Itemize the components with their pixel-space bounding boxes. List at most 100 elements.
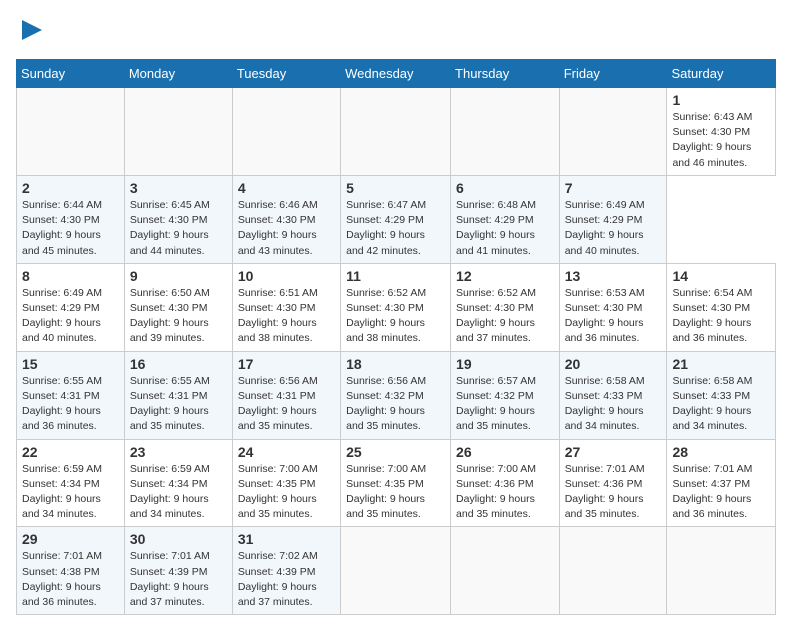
day-of-week-header: Thursday — [451, 60, 560, 88]
day-of-week-header: Monday — [124, 60, 232, 88]
day-number: 20 — [565, 356, 662, 372]
calendar-cell: 7 Sunrise: 6:49 AMSunset: 4:29 PMDaylight… — [559, 175, 667, 263]
logo — [16, 16, 46, 49]
calendar-week-row: 2 Sunrise: 6:44 AMSunset: 4:30 PMDaylight… — [17, 175, 776, 263]
day-number: 14 — [672, 268, 770, 284]
day-number: 9 — [130, 268, 227, 284]
calendar-cell: 4 Sunrise: 6:46 AMSunset: 4:30 PMDaylight… — [232, 175, 340, 263]
day-number: 19 — [456, 356, 554, 372]
day-info: Sunrise: 6:49 AMSunset: 4:29 PMDaylight:… — [565, 199, 645, 257]
day-info: Sunrise: 6:49 AMSunset: 4:29 PMDaylight:… — [22, 287, 102, 345]
day-info: Sunrise: 6:59 AMSunset: 4:34 PMDaylight:… — [22, 463, 102, 521]
day-number: 23 — [130, 444, 227, 460]
calendar-cell: 11 Sunrise: 6:52 AMSunset: 4:30 PMDayligh… — [341, 263, 451, 351]
day-info: Sunrise: 7:02 AMSunset: 4:39 PMDaylight:… — [238, 550, 318, 608]
day-of-week-header: Saturday — [667, 60, 776, 88]
day-info: Sunrise: 6:44 AMSunset: 4:30 PMDaylight:… — [22, 199, 102, 257]
day-number: 27 — [565, 444, 662, 460]
calendar-cell: 14 Sunrise: 6:54 AMSunset: 4:30 PMDayligh… — [667, 263, 776, 351]
calendar-cell: 22 Sunrise: 6:59 AMSunset: 4:34 PMDayligh… — [17, 439, 125, 527]
day-number: 17 — [238, 356, 335, 372]
calendar-cell: 29 Sunrise: 7:01 AMSunset: 4:38 PMDayligh… — [17, 527, 125, 615]
day-info: Sunrise: 6:51 AMSunset: 4:30 PMDaylight:… — [238, 287, 318, 345]
calendar-cell: 1Sunrise: 6:43 AMSunset: 4:30 PMDaylight… — [667, 88, 776, 176]
day-number: 6 — [456, 180, 554, 196]
day-info: Sunrise: 6:58 AMSunset: 4:33 PMDaylight:… — [565, 375, 645, 433]
day-info: Sunrise: 6:45 AMSunset: 4:30 PMDaylight:… — [130, 199, 210, 257]
calendar-cell — [17, 88, 125, 176]
day-number: 28 — [672, 444, 770, 460]
day-number: 11 — [346, 268, 445, 284]
day-info: Sunrise: 6:53 AMSunset: 4:30 PMDaylight:… — [565, 287, 645, 345]
calendar-week-row: 29 Sunrise: 7:01 AMSunset: 4:38 PMDayligh… — [17, 527, 776, 615]
day-number: 4 — [238, 180, 335, 196]
day-number: 3 — [130, 180, 227, 196]
day-info: Sunrise: 7:01 AMSunset: 4:37 PMDaylight:… — [672, 463, 752, 521]
day-info: Sunrise: 6:43 AMSunset: 4:30 PMDaylight:… — [672, 111, 752, 169]
day-info: Sunrise: 6:52 AMSunset: 4:30 PMDaylight:… — [456, 287, 536, 345]
day-info: Sunrise: 6:52 AMSunset: 4:30 PMDaylight:… — [346, 287, 426, 345]
calendar-cell: 5 Sunrise: 6:47 AMSunset: 4:29 PMDaylight… — [341, 175, 451, 263]
calendar-cell: 20 Sunrise: 6:58 AMSunset: 4:33 PMDayligh… — [559, 351, 667, 439]
calendar-week-row: 1Sunrise: 6:43 AMSunset: 4:30 PMDaylight… — [17, 88, 776, 176]
day-info: Sunrise: 7:01 AMSunset: 4:38 PMDaylight:… — [22, 550, 102, 608]
calendar-header-row: SundayMondayTuesdayWednesdayThursdayFrid… — [17, 60, 776, 88]
calendar-cell: 15 Sunrise: 6:55 AMSunset: 4:31 PMDayligh… — [17, 351, 125, 439]
day-number: 10 — [238, 268, 335, 284]
day-number: 24 — [238, 444, 335, 460]
calendar-cell: 27 Sunrise: 7:01 AMSunset: 4:36 PMDayligh… — [559, 439, 667, 527]
day-number: 22 — [22, 444, 119, 460]
day-info: Sunrise: 6:48 AMSunset: 4:29 PMDaylight:… — [456, 199, 536, 257]
day-number: 5 — [346, 180, 445, 196]
day-number: 15 — [22, 356, 119, 372]
day-number: 13 — [565, 268, 662, 284]
day-info: Sunrise: 6:55 AMSunset: 4:31 PMDaylight:… — [22, 375, 102, 433]
calendar-cell — [124, 88, 232, 176]
day-info: Sunrise: 6:54 AMSunset: 4:30 PMDaylight:… — [672, 287, 752, 345]
day-of-week-header: Wednesday — [341, 60, 451, 88]
calendar-cell: 3 Sunrise: 6:45 AMSunset: 4:30 PMDaylight… — [124, 175, 232, 263]
calendar-table: SundayMondayTuesdayWednesdayThursdayFrid… — [16, 59, 776, 615]
page-header — [16, 16, 776, 49]
day-info: Sunrise: 6:56 AMSunset: 4:32 PMDaylight:… — [346, 375, 426, 433]
calendar-cell: 8 Sunrise: 6:49 AMSunset: 4:29 PMDaylight… — [17, 263, 125, 351]
calendar-cell — [451, 88, 560, 176]
day-info: Sunrise: 7:00 AMSunset: 4:36 PMDaylight:… — [456, 463, 536, 521]
calendar-cell: 17 Sunrise: 6:56 AMSunset: 4:31 PMDayligh… — [232, 351, 340, 439]
day-number: 26 — [456, 444, 554, 460]
calendar-cell — [341, 88, 451, 176]
calendar-week-row: 15 Sunrise: 6:55 AMSunset: 4:31 PMDayligh… — [17, 351, 776, 439]
day-number: 2 — [22, 180, 119, 196]
calendar-cell: 28 Sunrise: 7:01 AMSunset: 4:37 PMDayligh… — [667, 439, 776, 527]
day-info: Sunrise: 6:55 AMSunset: 4:31 PMDaylight:… — [130, 375, 210, 433]
day-number: 7 — [565, 180, 662, 196]
calendar-cell — [341, 527, 451, 615]
day-info: Sunrise: 6:47 AMSunset: 4:29 PMDaylight:… — [346, 199, 426, 257]
day-info: Sunrise: 7:00 AMSunset: 4:35 PMDaylight:… — [238, 463, 318, 521]
day-number: 29 — [22, 531, 119, 547]
calendar-cell: 30Sunrise: 7:01 AMSunset: 4:39 PMDayligh… — [124, 527, 232, 615]
day-info: Sunrise: 6:59 AMSunset: 4:34 PMDaylight:… — [130, 463, 210, 521]
day-of-week-header: Tuesday — [232, 60, 340, 88]
day-number: 8 — [22, 268, 119, 284]
calendar-cell: 26 Sunrise: 7:00 AMSunset: 4:36 PMDayligh… — [451, 439, 560, 527]
calendar-cell: 6 Sunrise: 6:48 AMSunset: 4:29 PMDaylight… — [451, 175, 560, 263]
calendar-cell — [232, 88, 340, 176]
day-info: Sunrise: 6:57 AMSunset: 4:32 PMDaylight:… — [456, 375, 536, 433]
calendar-cell — [559, 88, 667, 176]
day-info: Sunrise: 7:00 AMSunset: 4:35 PMDaylight:… — [346, 463, 426, 521]
day-of-week-header: Sunday — [17, 60, 125, 88]
day-number: 18 — [346, 356, 445, 372]
calendar-cell: 12Sunrise: 6:52 AMSunset: 4:30 PMDayligh… — [451, 263, 560, 351]
calendar-cell: 19 Sunrise: 6:57 AMSunset: 4:32 PMDayligh… — [451, 351, 560, 439]
calendar-cell — [559, 527, 667, 615]
day-info: Sunrise: 6:56 AMSunset: 4:31 PMDaylight:… — [238, 375, 318, 433]
day-of-week-header: Friday — [559, 60, 667, 88]
day-info: Sunrise: 7:01 AMSunset: 4:36 PMDaylight:… — [565, 463, 645, 521]
calendar-cell: 2 Sunrise: 6:44 AMSunset: 4:30 PMDaylight… — [17, 175, 125, 263]
day-info: Sunrise: 6:46 AMSunset: 4:30 PMDaylight:… — [238, 199, 318, 257]
calendar-cell: 13 Sunrise: 6:53 AMSunset: 4:30 PMDayligh… — [559, 263, 667, 351]
day-number: 30 — [130, 531, 227, 547]
calendar-week-row: 8 Sunrise: 6:49 AMSunset: 4:29 PMDaylight… — [17, 263, 776, 351]
calendar-cell: 10 Sunrise: 6:51 AMSunset: 4:30 PMDayligh… — [232, 263, 340, 351]
